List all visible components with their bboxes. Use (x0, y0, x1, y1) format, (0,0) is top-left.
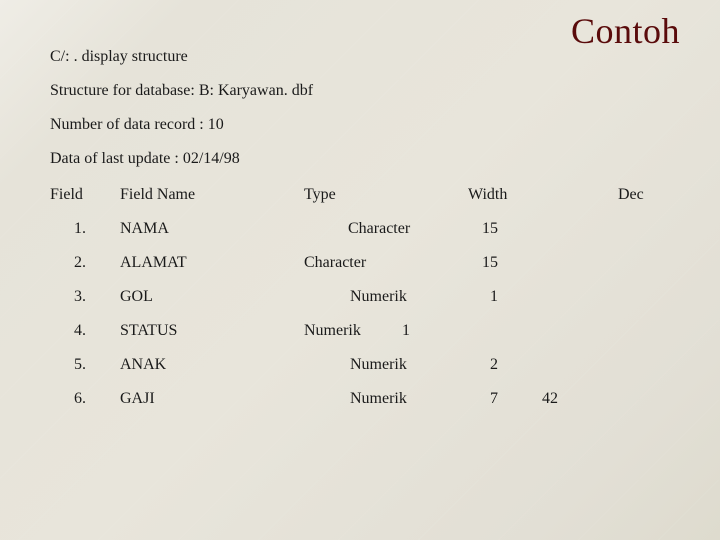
row-number: 1. (74, 220, 86, 238)
header-type: Type (304, 186, 336, 204)
row-dec: 42 (542, 390, 558, 408)
row-field-name: NAMA (120, 220, 169, 238)
header-name: Field Name (120, 186, 195, 204)
row-field-name: GOL (120, 288, 153, 306)
table-row: 3. GOL Numerik 1 (50, 288, 680, 322)
header-field: Field (50, 186, 83, 204)
row-width: 15 (482, 254, 498, 272)
table-row: 5. ANAK Numerik 2 (50, 356, 680, 390)
row-number: 6. (74, 390, 86, 408)
row-type: Character (348, 220, 410, 238)
row-width: 15 (482, 220, 498, 238)
header-width: Width (468, 186, 507, 204)
record-count-line: Number of data record : 10 (50, 116, 224, 134)
database-line: Structure for database: B: Karyawan. dbf (50, 82, 313, 100)
row-type: Numerik (304, 322, 361, 340)
last-update-line: Data of last update : 02/14/98 (50, 150, 240, 168)
row-width: 1 (402, 322, 410, 340)
row-width: 2 (490, 356, 498, 374)
row-number: 3. (74, 288, 86, 306)
row-width: 7 (490, 390, 498, 408)
table-row: 6. GAJI Numerik 7 42 (50, 390, 680, 424)
row-field-name: GAJI (120, 390, 155, 408)
row-type: Character (304, 254, 366, 272)
table-row: 4. STATUS Numerik 1 (50, 322, 680, 356)
row-field-name: STATUS (120, 322, 177, 340)
table-row: 2. ALAMAT Character 15 (50, 254, 680, 288)
row-type: Numerik (350, 390, 407, 408)
table-row: 1. NAMA Character 15 (50, 220, 680, 254)
row-number: 5. (74, 356, 86, 374)
header-dec: Dec (618, 186, 644, 204)
row-type: Numerik (350, 288, 407, 306)
row-field-name: ANAK (120, 356, 166, 374)
command-line: C/: . display structure (50, 48, 188, 66)
row-width: 1 (490, 288, 498, 306)
row-type: Numerik (350, 356, 407, 374)
row-number: 2. (74, 254, 86, 272)
slide: Contoh C/: . display structure Structure… (0, 0, 720, 540)
row-number: 4. (74, 322, 86, 340)
row-field-name: ALAMAT (120, 254, 187, 272)
slide-title: Contoh (571, 10, 680, 52)
